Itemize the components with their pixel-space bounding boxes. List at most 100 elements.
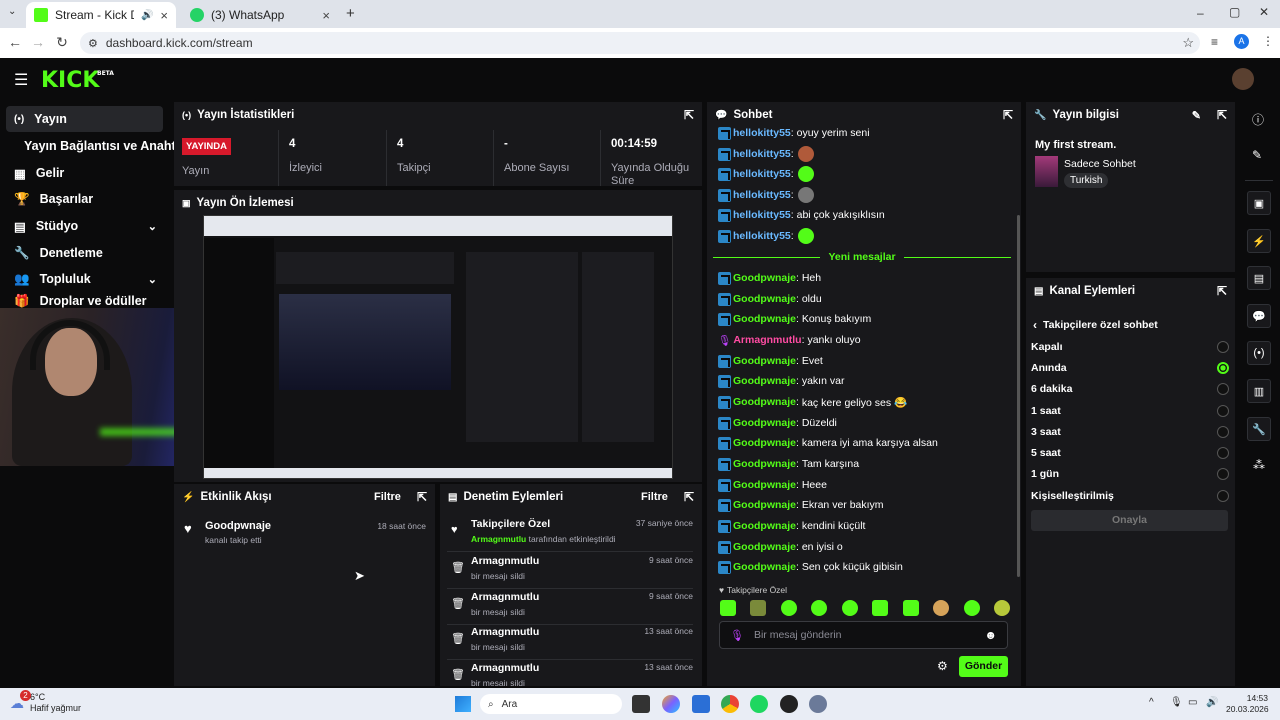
- forward-icon[interactable]: →: [25, 34, 51, 50]
- copilot-icon[interactable]: [662, 695, 680, 713]
- radio-button[interactable]: [1217, 446, 1229, 459]
- radio-button[interactable]: [1217, 467, 1229, 480]
- chat-username[interactable]: Goodpwnaje: [733, 375, 796, 387]
- obs-icon[interactable]: [780, 695, 798, 713]
- file-explorer-icon[interactable]: [632, 695, 650, 713]
- chat-username[interactable]: Goodpwnaje: [733, 541, 796, 553]
- tab-list-chevron-icon[interactable]: ⌄: [8, 6, 16, 17]
- tray-network-icon[interactable]: ▭: [1188, 697, 1197, 708]
- confirm-button[interactable]: Onayla: [1031, 510, 1228, 531]
- tray-mic-icon[interactable]: 🎙: [1170, 697, 1183, 708]
- chat-username[interactable]: Goodpwnaje: [733, 417, 796, 429]
- chat-scrollbar[interactable]: [1017, 215, 1020, 577]
- sidebar-item-studyo[interactable]: ▤ Stüdyo ⌄: [6, 213, 163, 239]
- popout-icon[interactable]: ⇱: [1217, 108, 1227, 122]
- radio-button-selected[interactable]: [1217, 361, 1229, 374]
- close-tab-icon[interactable]: ×: [322, 8, 330, 23]
- reload-icon[interactable]: ↻: [49, 34, 75, 51]
- radio-button[interactable]: [1217, 489, 1229, 502]
- tab-whatsapp[interactable]: (3) WhatsApp ×: [182, 2, 338, 28]
- popout-icon[interactable]: ⇱: [684, 490, 694, 504]
- popout-icon[interactable]: ⇱: [684, 108, 694, 122]
- option-5-saat[interactable]: 5 saat: [1031, 442, 1229, 463]
- option-aninda[interactable]: Anında: [1031, 357, 1229, 378]
- sidebar-item-topluluk[interactable]: 👥 Topluluk ⌄: [6, 266, 163, 292]
- rail-wrench-icon[interactable]: 🔧: [1247, 417, 1271, 441]
- chat-username[interactable]: Goodpwnaje: [733, 499, 796, 511]
- chat-username[interactable]: Goodpwnaje: [733, 561, 796, 573]
- followers-only-back[interactable]: ‹ Takipçilere özel sohbet: [1033, 318, 1158, 332]
- emote-icon[interactable]: [902, 600, 919, 616]
- radio-button[interactable]: [1217, 382, 1229, 395]
- chat-username[interactable]: Goodpwnaje: [733, 437, 796, 449]
- chat-username[interactable]: Goodpwnaje: [733, 313, 796, 325]
- edit-layout-icon[interactable]: ✎: [1252, 148, 1262, 162]
- send-button[interactable]: Gönder: [959, 656, 1008, 677]
- chat-input[interactable]: 🎙 Bir mesaj gönderin ☻: [719, 621, 1008, 649]
- settings-app-icon[interactable]: [809, 695, 827, 713]
- filter-button[interactable]: Filtre: [374, 491, 401, 503]
- option-1-saat[interactable]: 1 saat: [1031, 400, 1229, 421]
- chat-username[interactable]: Goodpwnaje: [733, 458, 796, 470]
- chat-username[interactable]: Goodpwnaje: [733, 293, 796, 305]
- option-1-gun[interactable]: 1 gün: [1031, 463, 1229, 484]
- stream-preview-video[interactable]: [203, 215, 673, 479]
- sidebar-item-yayin[interactable]: (•) Yayın: [6, 106, 163, 132]
- minimize-icon[interactable]: –: [1197, 6, 1204, 20]
- tab-kick-dashboard[interactable]: Stream - Kick Dashboard 🔊 ×: [26, 2, 176, 28]
- rail-clipboard-icon[interactable]: ▥: [1247, 379, 1271, 403]
- rail-bolt-icon[interactable]: ⚡: [1247, 229, 1271, 253]
- windows-start-icon[interactable]: [455, 696, 471, 712]
- hamburger-menu-icon[interactable]: ☰: [14, 70, 28, 90]
- chrome-icon[interactable]: [721, 695, 739, 713]
- radio-button[interactable]: [1217, 404, 1229, 417]
- site-info-icon[interactable]: ⚙: [88, 37, 98, 50]
- close-tab-icon[interactable]: ×: [160, 8, 168, 23]
- chat-username[interactable]: hellokitty55: [733, 209, 791, 221]
- option-3-saat[interactable]: 3 saat: [1031, 421, 1229, 442]
- emote-icon[interactable]: [720, 600, 736, 616]
- rail-shapes-icon[interactable]: ⁂: [1253, 458, 1265, 472]
- emote-icon[interactable]: [780, 600, 797, 616]
- browser-menu-icon[interactable]: ⋮: [1262, 34, 1274, 48]
- emote-icon[interactable]: [872, 600, 889, 616]
- sidebar-item-gelir[interactable]: ▦ Gelir: [6, 160, 163, 186]
- option-custom[interactable]: Kişiselleştirilmiş: [1031, 485, 1229, 506]
- option-6-dakika[interactable]: 6 dakika: [1031, 378, 1229, 399]
- rail-broadcast-icon[interactable]: (•): [1247, 341, 1271, 365]
- chat-username[interactable]: hellokitty55: [733, 148, 791, 160]
- emote-icon[interactable]: [841, 600, 858, 616]
- address-bar[interactable]: ⚙ dashboard.kick.com/stream ☆: [80, 32, 1200, 54]
- emoji-picker-icon[interactable]: ☻: [984, 628, 997, 642]
- store-icon[interactable]: [692, 695, 710, 713]
- rail-chat-icon[interactable]: 💬: [1247, 304, 1271, 328]
- emote-icon[interactable]: [750, 600, 767, 616]
- kick-logo[interactable]: KICK BETA: [41, 68, 114, 93]
- chat-username[interactable]: hellokitty55: [733, 230, 791, 242]
- activity-user[interactable]: Goodpwnaje: [205, 520, 271, 532]
- sidebar-item-droplar[interactable]: 🎁 Droplar ve ödüller: [6, 293, 163, 309]
- chat-username[interactable]: Goodpwnaje: [733, 520, 796, 532]
- popout-icon[interactable]: ⇱: [417, 490, 427, 504]
- emote-icon[interactable]: [963, 600, 980, 616]
- option-kapali[interactable]: Kapalı: [1031, 336, 1229, 357]
- language-tag[interactable]: Turkish: [1064, 173, 1109, 188]
- sidebar-item-stream-key[interactable]: Yayın Bağlantısı ve Anahtarı: [6, 133, 191, 159]
- emote-icon[interactable]: [993, 600, 1010, 616]
- tab-search-icon[interactable]: ≡: [1211, 35, 1218, 49]
- radio-button[interactable]: [1217, 340, 1229, 353]
- chat-username[interactable]: hellokitty55: [733, 189, 791, 201]
- popout-icon[interactable]: ⇱: [1217, 284, 1227, 298]
- emote-icon[interactable]: [933, 600, 950, 616]
- user-avatar[interactable]: [1232, 68, 1254, 90]
- tray-chevron-icon[interactable]: ^: [1149, 697, 1154, 708]
- chat-username[interactable]: hellokitty55: [733, 168, 791, 180]
- popout-icon[interactable]: ⇱: [1003, 108, 1013, 122]
- new-tab-icon[interactable]: +: [346, 5, 355, 22]
- sidebar-item-denetleme[interactable]: 🔧 Denetleme: [6, 240, 163, 266]
- profile-avatar[interactable]: A: [1234, 34, 1249, 49]
- chat-username[interactable]: Goodpwnaje: [733, 479, 796, 491]
- taskbar-clock[interactable]: 14:53 20.03.2026: [1226, 693, 1269, 715]
- close-window-icon[interactable]: ✕: [1259, 5, 1269, 19]
- chat-username[interactable]: Armagnmutlu: [733, 334, 801, 346]
